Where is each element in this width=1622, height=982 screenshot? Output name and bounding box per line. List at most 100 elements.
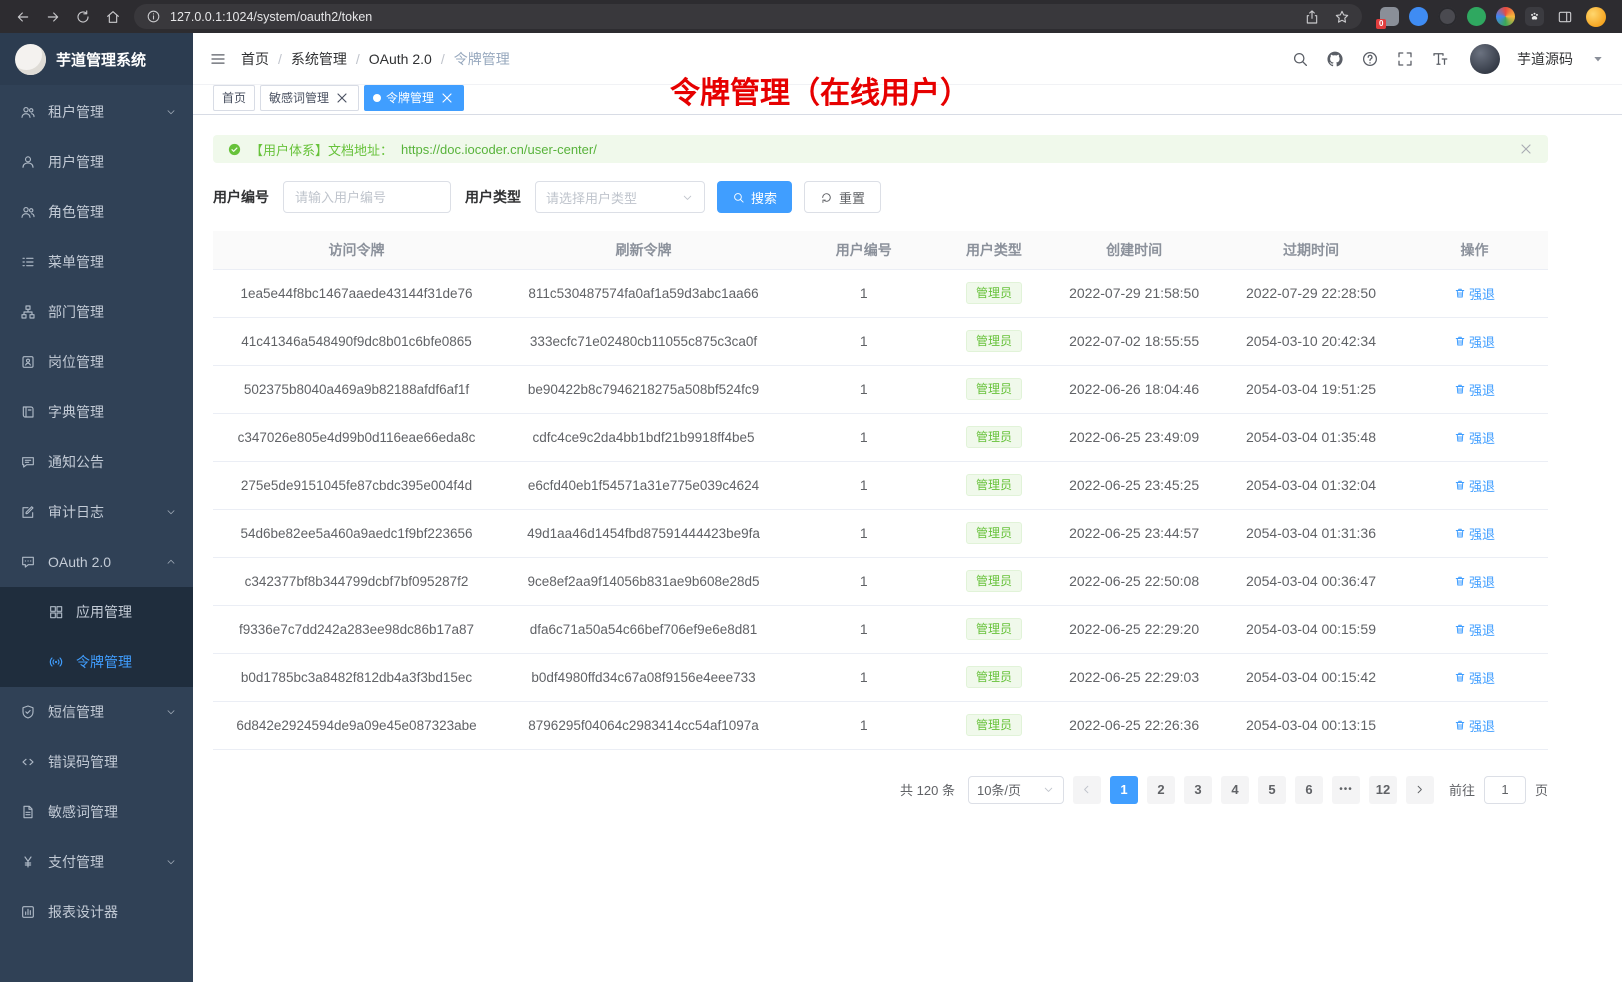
- page-number-button[interactable]: 5: [1258, 776, 1286, 804]
- sidebar-item[interactable]: 审计日志: [0, 487, 193, 537]
- page-number-button[interactable]: •••: [1332, 776, 1360, 804]
- sidebar-item[interactable]: 令牌管理: [0, 637, 193, 687]
- browser-address-bar[interactable]: 127.0.0.1:1024/system/oauth2/token: [134, 4, 1362, 29]
- cell-access-token: c347026e805e4d99b0d116eae66eda8c: [213, 413, 500, 461]
- book-icon: [20, 404, 36, 420]
- sidebar-item-label: 岗位管理: [48, 352, 104, 372]
- cell-user-id: 1: [787, 461, 941, 509]
- banner-close-icon[interactable]: [1518, 141, 1534, 157]
- help-icon[interactable]: [1361, 50, 1379, 68]
- share-icon[interactable]: [1304, 9, 1320, 25]
- cell-access-token: f9336e7c7dd242a283ee98dc86b17a87: [213, 605, 500, 653]
- sidebar-item[interactable]: 菜单管理: [0, 237, 193, 287]
- page-number-button[interactable]: 2: [1147, 776, 1175, 804]
- prev-page-button[interactable]: [1073, 776, 1101, 804]
- sidebar-item[interactable]: 短信管理: [0, 687, 193, 737]
- breadcrumb-separator: /: [356, 51, 360, 67]
- github-icon[interactable]: [1326, 50, 1344, 68]
- sidebar-item[interactable]: 岗位管理: [0, 337, 193, 387]
- reset-button[interactable]: 重置: [804, 181, 881, 213]
- browser-home-button[interactable]: [100, 4, 126, 30]
- user-avatar[interactable]: [1470, 44, 1500, 74]
- browser-back-button[interactable]: [10, 4, 36, 30]
- search-button[interactable]: 搜索: [717, 181, 792, 213]
- cell-actions: 强退: [1401, 605, 1548, 653]
- side-panel-icon[interactable]: [1554, 6, 1576, 28]
- extension-icon-5[interactable]: [1496, 7, 1515, 26]
- tab-close-icon[interactable]: [439, 90, 455, 106]
- tab-close-icon[interactable]: [334, 90, 350, 106]
- extension-icon-3[interactable]: [1438, 7, 1457, 26]
- column-header: 创建时间: [1047, 231, 1221, 269]
- tab[interactable]: 令牌管理: [364, 85, 464, 111]
- force-logout-button[interactable]: 强退: [1454, 380, 1495, 399]
- user-type-badge: 管理员: [966, 378, 1022, 400]
- sidebar-item-label: 短信管理: [48, 702, 104, 722]
- force-logout-button[interactable]: 强退: [1454, 284, 1495, 303]
- breadcrumb-item[interactable]: 首页: [241, 49, 269, 69]
- browser-forward-button[interactable]: [40, 4, 66, 30]
- page-size-select[interactable]: 10条/页: [968, 776, 1064, 804]
- chevron-icon: [165, 556, 177, 568]
- force-logout-label: 强退: [1469, 380, 1495, 399]
- browser-reload-button[interactable]: [70, 4, 96, 30]
- page-number-button[interactable]: 4: [1221, 776, 1249, 804]
- page-number-button[interactable]: 6: [1295, 776, 1323, 804]
- page-number-button[interactable]: 1: [1110, 776, 1138, 804]
- force-logout-button[interactable]: 强退: [1454, 620, 1495, 639]
- sidebar-item[interactable]: 通知公告: [0, 437, 193, 487]
- list-icon: [20, 254, 36, 270]
- cell-refresh-token: 8796295f04064c2983414cc54af1097a: [500, 701, 787, 749]
- tab[interactable]: 敏感词管理: [260, 85, 359, 111]
- extension-paw-icon[interactable]: [1525, 7, 1544, 26]
- extension-icon-2[interactable]: [1409, 7, 1428, 26]
- sidebar-item[interactable]: 错误码管理: [0, 737, 193, 787]
- page-number-button[interactable]: 3: [1184, 776, 1212, 804]
- sidebar-item-label: 租户管理: [48, 102, 104, 122]
- page-number-button[interactable]: 12: [1369, 776, 1397, 804]
- next-page-button[interactable]: [1406, 776, 1434, 804]
- sidebar-item[interactable]: 租户管理: [0, 87, 193, 137]
- app-logo[interactable]: 芋道管理系统: [0, 33, 193, 85]
- cell-create-time: 2022-06-25 22:26:36: [1047, 701, 1221, 749]
- banner-link[interactable]: https://doc.iocoder.cn/user-center/: [401, 142, 597, 157]
- sidebar-item[interactable]: 角色管理: [0, 187, 193, 237]
- goto-page-input[interactable]: [1484, 776, 1526, 804]
- bookmark-star-icon[interactable]: [1334, 9, 1350, 25]
- force-logout-button[interactable]: 强退: [1454, 332, 1495, 351]
- force-logout-button[interactable]: 强退: [1454, 428, 1495, 447]
- username[interactable]: 芋道源码: [1517, 49, 1573, 69]
- sidebar-item[interactable]: 支付管理: [0, 837, 193, 887]
- user-id-input[interactable]: [283, 181, 451, 213]
- fullscreen-icon[interactable]: [1396, 50, 1414, 68]
- cell-user-id: 1: [787, 653, 941, 701]
- site-info-icon[interactable]: [146, 9, 161, 24]
- sidebar-item[interactable]: 报表设计器: [0, 887, 193, 937]
- breadcrumb: 首页/系统管理/OAuth 2.0/令牌管理: [241, 49, 510, 69]
- sidebar-item[interactable]: 部门管理: [0, 287, 193, 337]
- cell-user-id: 1: [787, 317, 941, 365]
- user-type-select[interactable]: 请选择用户类型: [535, 181, 705, 213]
- sidebar-item[interactable]: 敏感词管理: [0, 787, 193, 837]
- sidebar-item[interactable]: 用户管理: [0, 137, 193, 187]
- tab[interactable]: 首页: [213, 85, 255, 111]
- extension-icon-4[interactable]: [1467, 7, 1486, 26]
- font-size-icon[interactable]: [1431, 50, 1449, 68]
- force-logout-button[interactable]: 强退: [1454, 668, 1495, 687]
- breadcrumb-item[interactable]: OAuth 2.0: [369, 51, 432, 67]
- sidebar-item[interactable]: 应用管理: [0, 587, 193, 637]
- user-menu-caret-icon[interactable]: [1590, 51, 1606, 67]
- force-logout-button[interactable]: 强退: [1454, 524, 1495, 543]
- search-icon[interactable]: [1291, 50, 1309, 68]
- sidebar-item[interactable]: OAuth 2.0: [0, 537, 193, 587]
- token-table-body: 1ea5e44f8bc1467aaede43144f31de76 811c530…: [213, 269, 1548, 749]
- browser-profile-avatar[interactable]: [1586, 7, 1606, 27]
- sidebar-toggle-button[interactable]: [209, 50, 227, 68]
- extension-icon-1[interactable]: 0: [1380, 7, 1399, 26]
- force-logout-button[interactable]: 强退: [1454, 572, 1495, 591]
- force-logout-button[interactable]: 强退: [1454, 476, 1495, 495]
- sidebar-item[interactable]: 字典管理: [0, 387, 193, 437]
- cell-access-token: c342377bf8b344799dcbf7bf095287f2: [213, 557, 500, 605]
- force-logout-button[interactable]: 强退: [1454, 716, 1495, 735]
- breadcrumb-item[interactable]: 系统管理: [291, 49, 347, 69]
